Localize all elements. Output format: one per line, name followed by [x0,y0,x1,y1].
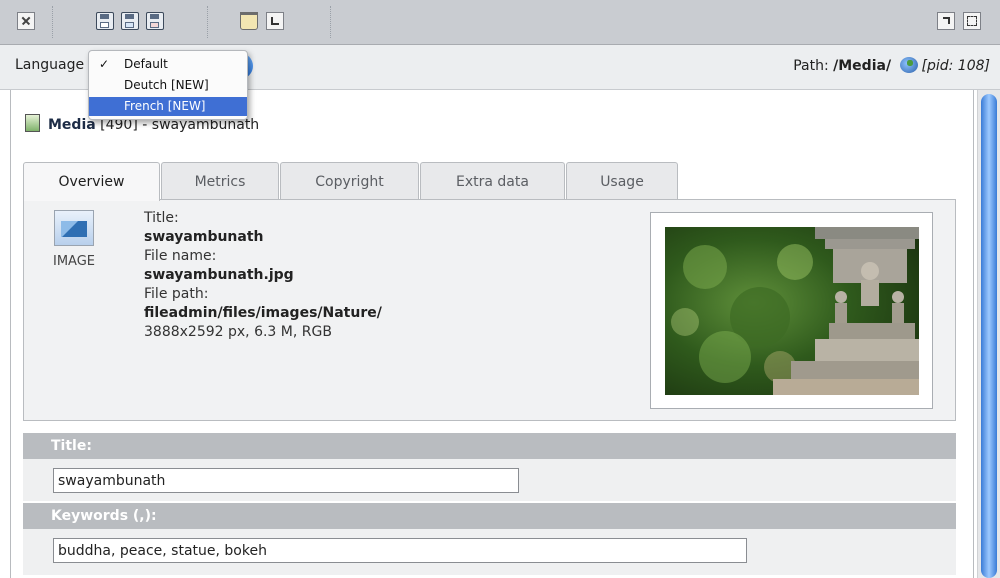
image-file-icon [54,210,94,246]
tab-usage[interactable]: Usage [566,162,678,199]
undo-icon[interactable] [266,12,284,30]
media-record-icon[interactable] [25,114,40,132]
toolbar-divider [207,6,208,38]
main-content: Media [490] - swayambunath Overview Metr… [0,90,976,578]
save-close-icon[interactable] [146,12,164,30]
menu-item-label: French [NEW] [124,99,206,113]
filepath-label: File path: [144,286,209,302]
title-label: Title: [144,210,179,226]
file-type-label: IMAGE [52,254,95,269]
filename-value: swayambunath.jpg [144,267,294,283]
filename-label: File name: [144,248,217,264]
tab-overview[interactable]: Overview [23,162,160,201]
path-label: Path: [793,58,829,74]
toolbar-divider [330,6,331,38]
path-value[interactable]: /Media/ [833,58,891,74]
menu-item-label: Default [124,57,168,71]
menu-item-default[interactable]: ✓ Default [89,55,247,74]
title-input[interactable] [53,468,519,493]
title-field-header: Title: [23,433,956,459]
file-info: 3888x2592 px, 6.3 M, RGB [144,324,332,340]
overview-panel: IMAGE Title: swayambunath File name: swa… [23,199,956,421]
scrollbar-thumb[interactable] [981,94,997,578]
delete-icon[interactable] [240,12,258,30]
record-path: Path: /Media/ [pid: 108] [793,57,990,74]
close-icon[interactable] [17,12,35,30]
language-dropdown-menu: ✓ Default Deutch [NEW] French [NEW] [88,50,248,120]
file-metadata: Title: swayambunath File name: swayambun… [144,209,382,342]
open-new-window-icon[interactable] [937,12,955,30]
menu-item-label: Deutch [NEW] [124,78,209,92]
vertical-scrollbar[interactable] [977,90,1000,578]
fullscreen-icon[interactable] [963,12,981,30]
keywords-field-header: Keywords (,): [23,503,956,529]
thumbnail-photo [665,227,919,395]
tab-extra-data[interactable]: Extra data [420,162,565,199]
keywords-input[interactable] [53,538,747,563]
record-table: Media [48,117,96,133]
tab-copyright[interactable]: Copyright [280,162,419,199]
save-icon[interactable] [96,12,114,30]
page-id: [pid: 108] [921,58,990,74]
check-icon: ✓ [99,57,110,71]
page-globe-icon[interactable] [899,57,918,73]
filepath-value: fileadmin/files/images/Nature/ [144,305,382,321]
menu-item-deutch[interactable]: Deutch [NEW] [89,76,247,95]
title-field-row [23,459,956,501]
toolbar-divider [52,6,53,38]
save-view-icon[interactable] [121,12,139,30]
language-label: Language [15,57,85,73]
toolbar [0,0,1000,45]
keywords-field-row [23,529,956,575]
title-value: swayambunath [144,229,264,245]
image-thumbnail[interactable] [650,212,933,409]
menu-item-french[interactable]: French [NEW] [89,97,247,116]
tab-metrics[interactable]: Metrics [161,162,279,199]
